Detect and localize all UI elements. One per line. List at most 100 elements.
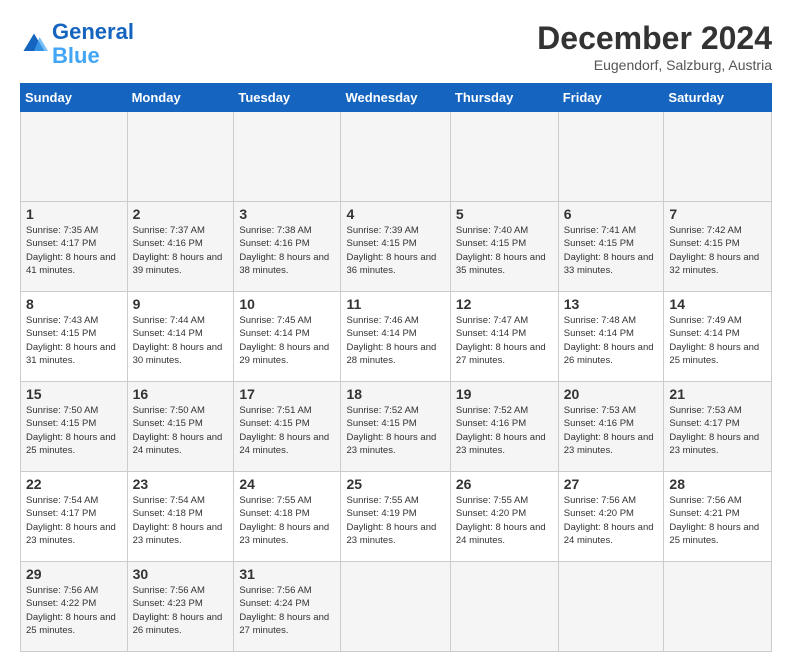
- day-info: Sunrise: 7:53 AMSunset: 4:17 PMDaylight:…: [669, 404, 766, 457]
- calendar-cell: 2 Sunrise: 7:37 AMSunset: 4:16 PMDaylight…: [127, 202, 234, 292]
- calendar-cell: 31Sunrise: 7:56 AMSunset: 4:24 PMDayligh…: [234, 562, 341, 652]
- calendar-cell: [558, 562, 664, 652]
- day-number: 11: [346, 296, 444, 312]
- calendar-cell: 8Sunrise: 7:43 AMSunset: 4:15 PMDaylight…: [21, 292, 128, 382]
- calendar-cell: 30 Sunrise: 7:56 AMSunset: 4:23 PMDayligh…: [127, 562, 234, 652]
- day-header-monday: Monday: [127, 84, 234, 112]
- calendar-week-4: 22Sunrise: 7:54 AMSunset: 4:17 PMDayligh…: [21, 472, 772, 562]
- calendar-cell: 25Sunrise: 7:55 AMSunset: 4:19 PMDayligh…: [341, 472, 450, 562]
- day-number: 2: [133, 206, 229, 222]
- day-number: 28: [669, 476, 766, 492]
- day-number: 25: [346, 476, 444, 492]
- day-header-thursday: Thursday: [450, 84, 558, 112]
- day-info: Sunrise: 7:49 AMSunset: 4:14 PMDaylight:…: [669, 314, 766, 367]
- location-subtitle: Eugendorf, Salzburg, Austria: [537, 57, 772, 73]
- day-info: Sunrise: 7:56 AMSunset: 4:23 PMDaylight:…: [133, 584, 229, 637]
- day-info: Sunrise: 7:37 AMSunset: 4:16 PMDaylight:…: [133, 224, 229, 277]
- day-info: Sunrise: 7:56 AMSunset: 4:22 PMDaylight:…: [26, 584, 122, 637]
- day-info: Sunrise: 7:51 AMSunset: 4:15 PMDaylight:…: [239, 404, 335, 457]
- day-info: Sunrise: 7:43 AMSunset: 4:15 PMDaylight:…: [26, 314, 122, 367]
- calendar-cell: [558, 112, 664, 202]
- day-number: 12: [456, 296, 553, 312]
- day-number: 19: [456, 386, 553, 402]
- logo-text: General Blue: [52, 20, 134, 68]
- day-info: Sunrise: 7:54 AMSunset: 4:18 PMDaylight:…: [133, 494, 229, 547]
- calendar-cell: 21 Sunrise: 7:53 AMSunset: 4:17 PMDayligh…: [664, 382, 772, 472]
- day-info: Sunrise: 7:44 AMSunset: 4:14 PMDaylight:…: [133, 314, 229, 367]
- calendar-table: SundayMondayTuesdayWednesdayThursdayFrid…: [20, 83, 772, 652]
- calendar-cell: 14Sunrise: 7:49 AMSunset: 4:14 PMDayligh…: [664, 292, 772, 382]
- day-number: 22: [26, 476, 122, 492]
- day-number: 27: [564, 476, 659, 492]
- day-number: 13: [564, 296, 659, 312]
- calendar-cell: [664, 112, 772, 202]
- calendar-cell: 11 Sunrise: 7:46 AMSunset: 4:14 PMDayligh…: [341, 292, 450, 382]
- day-number: 15: [26, 386, 122, 402]
- calendar-cell: 22Sunrise: 7:54 AMSunset: 4:17 PMDayligh…: [21, 472, 128, 562]
- day-info: Sunrise: 7:42 AMSunset: 4:15 PMDaylight:…: [669, 224, 766, 277]
- calendar-cell: [450, 112, 558, 202]
- day-info: Sunrise: 7:48 AMSunset: 4:14 PMDaylight:…: [564, 314, 659, 367]
- calendar-cell: 27 Sunrise: 7:56 AMSunset: 4:20 PMDayligh…: [558, 472, 664, 562]
- day-info: Sunrise: 7:45 AMSunset: 4:14 PMDaylight:…: [239, 314, 335, 367]
- calendar-cell: [341, 562, 450, 652]
- calendar-cell: 5Sunrise: 7:40 AMSunset: 4:15 PMDaylight…: [450, 202, 558, 292]
- calendar-cell: 26 Sunrise: 7:55 AMSunset: 4:20 PMDayligh…: [450, 472, 558, 562]
- day-header-saturday: Saturday: [664, 84, 772, 112]
- day-info: Sunrise: 7:41 AMSunset: 4:15 PMDaylight:…: [564, 224, 659, 277]
- calendar-cell: [21, 112, 128, 202]
- calendar-cell: 13 Sunrise: 7:48 AMSunset: 4:14 PMDayligh…: [558, 292, 664, 382]
- calendar-cell: 23Sunrise: 7:54 AMSunset: 4:18 PMDayligh…: [127, 472, 234, 562]
- day-info: Sunrise: 7:52 AMSunset: 4:15 PMDaylight:…: [346, 404, 444, 457]
- day-number: 31: [239, 566, 335, 582]
- calendar-week-1: 1 Sunrise: 7:35 AMSunset: 4:17 PMDaylight…: [21, 202, 772, 292]
- day-info: Sunrise: 7:52 AMSunset: 4:16 PMDaylight:…: [456, 404, 553, 457]
- day-header-friday: Friday: [558, 84, 664, 112]
- logo: General Blue: [20, 20, 134, 68]
- calendar-week-5: 29Sunrise: 7:56 AMSunset: 4:22 PMDayligh…: [21, 562, 772, 652]
- day-number: 16: [133, 386, 229, 402]
- day-number: 18: [346, 386, 444, 402]
- day-number: 26: [456, 476, 553, 492]
- day-number: 9: [133, 296, 229, 312]
- calendar-cell: 3Sunrise: 7:38 AMSunset: 4:16 PMDaylight…: [234, 202, 341, 292]
- day-number: 17: [239, 386, 335, 402]
- calendar-cell: [234, 112, 341, 202]
- calendar-cell: 9 Sunrise: 7:44 AMSunset: 4:14 PMDaylight…: [127, 292, 234, 382]
- day-number: 24: [239, 476, 335, 492]
- day-info: Sunrise: 7:55 AMSunset: 4:20 PMDaylight:…: [456, 494, 553, 547]
- day-number: 4: [346, 206, 444, 222]
- calendar-cell: 17 Sunrise: 7:51 AMSunset: 4:15 PMDayligh…: [234, 382, 341, 472]
- calendar-cell: 19 Sunrise: 7:52 AMSunset: 4:16 PMDayligh…: [450, 382, 558, 472]
- calendar-week-3: 15 Sunrise: 7:50 AMSunset: 4:15 PMDayligh…: [21, 382, 772, 472]
- day-number: 1: [26, 206, 122, 222]
- calendar-cell: 20 Sunrise: 7:53 AMSunset: 4:16 PMDayligh…: [558, 382, 664, 472]
- day-number: 7: [669, 206, 766, 222]
- calendar-cell: 6 Sunrise: 7:41 AMSunset: 4:15 PMDaylight…: [558, 202, 664, 292]
- day-number: 21: [669, 386, 766, 402]
- day-number: 6: [564, 206, 659, 222]
- day-info: Sunrise: 7:56 AMSunset: 4:21 PMDaylight:…: [669, 494, 766, 547]
- calendar-cell: [450, 562, 558, 652]
- day-header-tuesday: Tuesday: [234, 84, 341, 112]
- day-info: Sunrise: 7:35 AMSunset: 4:17 PMDaylight:…: [26, 224, 122, 277]
- day-number: 30: [133, 566, 229, 582]
- day-header-sunday: Sunday: [21, 84, 128, 112]
- page-header: General Blue December 2024 Eugendorf, Sa…: [20, 20, 772, 73]
- day-info: Sunrise: 7:46 AMSunset: 4:14 PMDaylight:…: [346, 314, 444, 367]
- calendar-week-0: [21, 112, 772, 202]
- calendar-cell: [127, 112, 234, 202]
- calendar-cell: 15Sunrise: 7:50 AMSunset: 4:15 PMDayligh…: [21, 382, 128, 472]
- logo-icon: [20, 30, 48, 58]
- day-number: 20: [564, 386, 659, 402]
- day-info: Sunrise: 7:50 AMSunset: 4:15 PMDaylight:…: [133, 404, 229, 457]
- day-header-wednesday: Wednesday: [341, 84, 450, 112]
- day-info: Sunrise: 7:56 AMSunset: 4:20 PMDaylight:…: [564, 494, 659, 547]
- day-info: Sunrise: 7:53 AMSunset: 4:16 PMDaylight:…: [564, 404, 659, 457]
- calendar-cell: 7 Sunrise: 7:42 AMSunset: 4:15 PMDaylight…: [664, 202, 772, 292]
- calendar-cell: 28 Sunrise: 7:56 AMSunset: 4:21 PMDayligh…: [664, 472, 772, 562]
- day-info: Sunrise: 7:55 AMSunset: 4:18 PMDaylight:…: [239, 494, 335, 547]
- title-section: December 2024 Eugendorf, Salzburg, Austr…: [537, 20, 772, 73]
- calendar-cell: 1 Sunrise: 7:35 AMSunset: 4:17 PMDaylight…: [21, 202, 128, 292]
- month-year-title: December 2024: [537, 20, 772, 57]
